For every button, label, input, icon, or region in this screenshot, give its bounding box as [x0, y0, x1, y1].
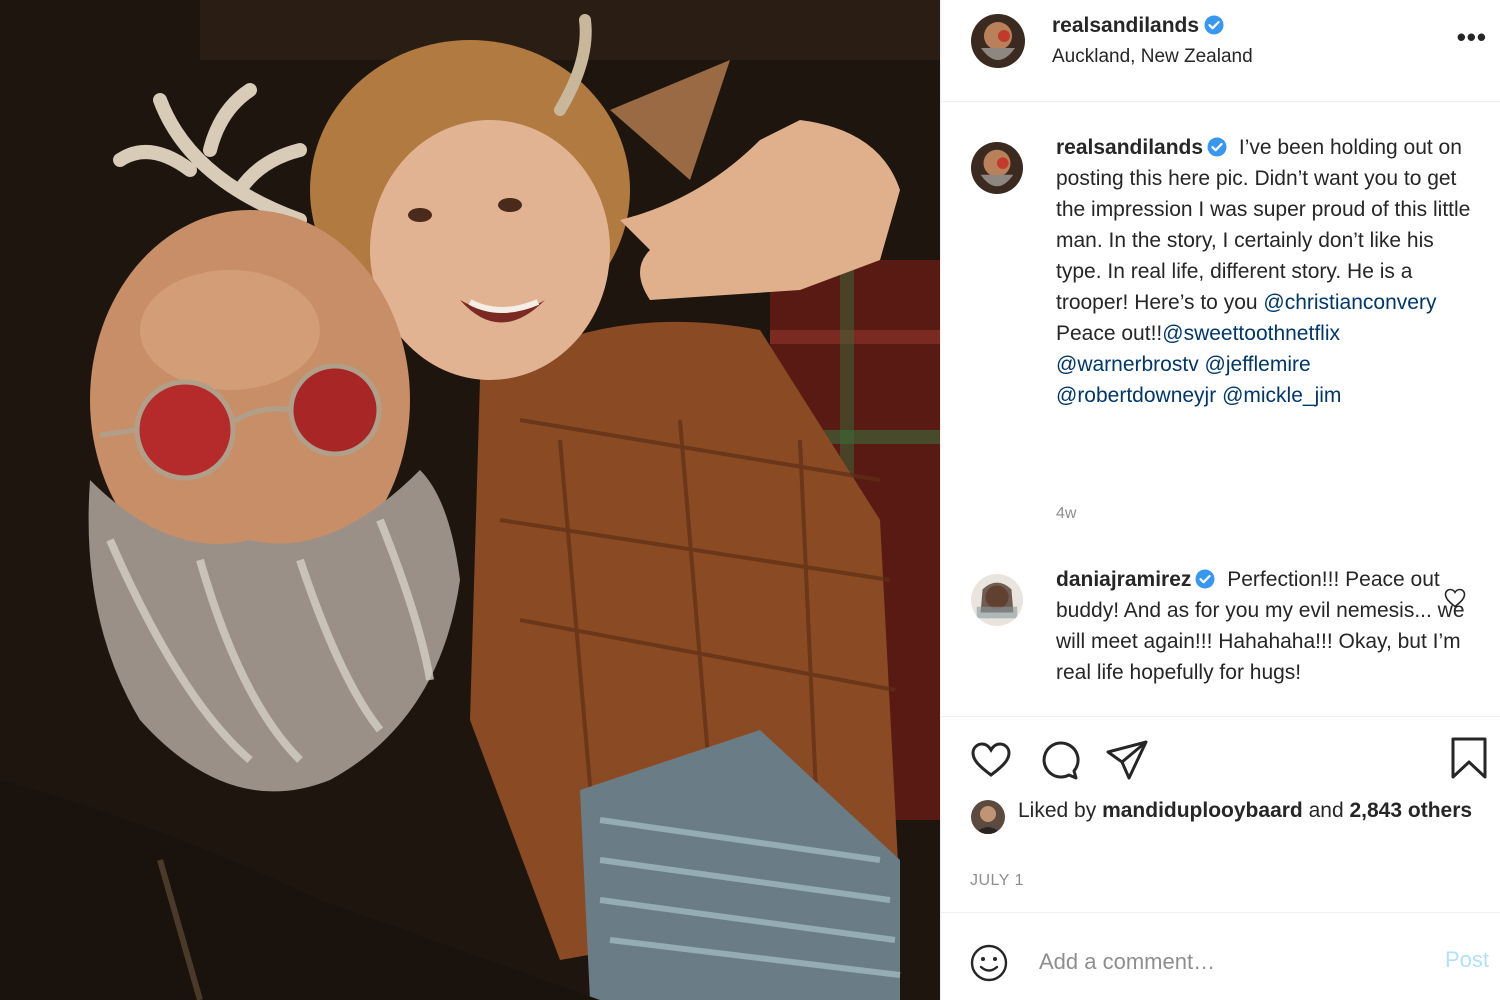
likes-prefix: Liked by	[1018, 799, 1097, 822]
commenter-avatar[interactable]	[971, 574, 1023, 626]
liker-avatar[interactable]	[971, 800, 1005, 834]
liker-username[interactable]: mandiduplooybaard	[1102, 799, 1303, 822]
likes-text: Liked by mandiduplooybaard and 2,843 oth…	[1018, 795, 1478, 826]
verified-icon	[1195, 569, 1215, 589]
post-sidebar: realsandilands Auckland, New Zealand •••…	[940, 0, 1500, 1000]
more-icon[interactable]: •••	[1457, 22, 1487, 53]
comment-icon[interactable]	[1037, 738, 1081, 782]
verified-icon	[1207, 137, 1227, 157]
author-username-row[interactable]: realsandilands	[1052, 14, 1224, 38]
bookmark-icon[interactable]	[1447, 736, 1491, 780]
instagram-post-view: realsandilands Auckland, New Zealand •••…	[0, 0, 1500, 1000]
post-location[interactable]: Auckland, New Zealand	[1052, 46, 1253, 68]
photo-illustration	[0, 0, 940, 1000]
share-icon[interactable]	[1105, 738, 1149, 782]
mention-link[interactable]: @warnerbrostv	[1056, 353, 1199, 376]
likes-others[interactable]: 2,843 others	[1349, 799, 1472, 822]
post-header: realsandilands Auckland, New Zealand •••	[941, 0, 1500, 102]
post-actions	[941, 718, 1500, 798]
caption-username-wrap[interactable]: realsandilands	[1056, 136, 1227, 159]
commenter-username-wrap[interactable]: daniajramirez	[1056, 568, 1215, 591]
verified-icon	[1204, 15, 1224, 35]
likes-suffix: and	[1308, 799, 1344, 822]
commenter-username[interactable]: daniajramirez	[1056, 568, 1191, 591]
mention-link[interactable]: @christianconvery	[1263, 291, 1436, 314]
mention-link[interactable]: @sweettoothnetflix	[1162, 322, 1340, 345]
post-comment-button[interactable]: Post	[1445, 947, 1489, 973]
mention-link[interactable]: @mickle_jim	[1222, 384, 1341, 407]
author-avatar[interactable]	[971, 14, 1025, 68]
emoji-icon[interactable]	[969, 943, 1009, 983]
add-comment-bar: Post	[941, 912, 1500, 1000]
caption-time-ago[interactable]: 4w	[1056, 505, 1076, 523]
post-photo[interactable]	[0, 0, 940, 1000]
caption-body: I’ve been holding out on posting this he…	[1056, 136, 1471, 314]
post-date[interactable]: JULY 1	[970, 872, 1024, 890]
comment-like-heart-icon[interactable]	[1443, 586, 1467, 610]
add-comment-input[interactable]	[1037, 941, 1421, 983]
mention-link[interactable]: @robertdowneyjr	[1056, 384, 1216, 407]
author-username[interactable]: realsandilands	[1052, 14, 1199, 37]
caption-text: realsandilands I’ve been holding out on …	[1056, 132, 1476, 411]
mention-link[interactable]: @jefflemire	[1205, 353, 1311, 376]
caption-username[interactable]: realsandilands	[1056, 136, 1203, 159]
caption-body-mid: Peace out!!	[1056, 322, 1163, 345]
heart-icon[interactable]	[969, 738, 1013, 782]
caption-avatar[interactable]	[971, 142, 1023, 194]
comment-text: daniajramirez Perfection!!! Peace out bu…	[1056, 564, 1476, 688]
comments-section[interactable]: realsandilands I’ve been holding out on …	[941, 102, 1500, 717]
